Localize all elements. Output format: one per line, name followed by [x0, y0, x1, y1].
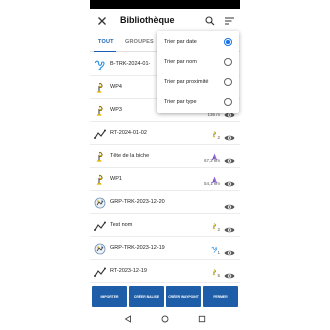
create-waypoint-button[interactable]: CRÉER WAYPOINT — [166, 286, 201, 307]
active-tab-indicator — [94, 50, 116, 52]
list-item-meta-text: 2 — [217, 227, 220, 232]
list-item-name: RT-2024-01-02 — [110, 130, 147, 136]
radio-button[interactable] — [224, 78, 232, 86]
sort-option-date[interactable]: Trier par date — [157, 32, 239, 52]
sort-option-label: Trier par date — [164, 39, 197, 45]
list-item-name: GRP-TRK-2023-12-19 — [110, 245, 165, 251]
list-item-meta: 5 — [202, 263, 220, 281]
list-item-name: WP4 — [110, 84, 122, 90]
list-item[interactable]: RT-2023-12-19 5 — [90, 260, 240, 283]
list-item[interactable]: WP1 54,1 km — [90, 168, 240, 191]
waypoint-icon — [211, 125, 218, 138]
import-button[interactable]: IMPORTER — [92, 286, 127, 307]
radio-button[interactable] — [224, 58, 232, 66]
system-nav-bar — [90, 310, 240, 330]
create-beacon-button[interactable]: CRÉER BALISE — [129, 286, 164, 307]
list-item-meta: 54,1 km — [202, 171, 220, 189]
radio-button[interactable] — [224, 38, 232, 46]
sort-option-type[interactable]: Trier par type — [157, 92, 239, 112]
status-bar — [90, 0, 240, 9]
list-item-name: WP1 — [110, 176, 122, 182]
waypoint-icon — [211, 217, 218, 230]
visibility-eye-icon[interactable] — [224, 129, 235, 141]
route-icon — [94, 265, 106, 277]
close-icon[interactable] — [96, 15, 108, 27]
list-item-name: RT-2023-12-19 — [110, 268, 147, 274]
beacon-track-icon — [94, 58, 106, 71]
list-item-meta: 2 — [202, 217, 220, 235]
recents-square-icon[interactable] — [198, 315, 206, 323]
close-button[interactable]: FERMER — [203, 286, 238, 307]
action-bar: IMPORTER CRÉER BALISE CRÉER WAYPOINT FER… — [90, 285, 240, 309]
radio-button[interactable] — [224, 98, 232, 106]
waypoint-icon — [94, 81, 106, 93]
route-icon — [94, 127, 106, 139]
direction-arrow-icon — [211, 148, 218, 161]
list-item-name: WP3 — [110, 107, 122, 113]
sort-menu: Trier par date Trier par nom Trier par pro… — [157, 31, 239, 113]
direction-arrow-icon — [211, 171, 218, 184]
list-item[interactable]: RT-2024-01-02 2 — [90, 122, 240, 145]
group-icon — [94, 242, 106, 255]
list-item-meta-text: 54,1 km — [203, 181, 220, 186]
visibility-eye-icon[interactable] — [224, 267, 235, 279]
list-item[interactable]: Test nom 2 — [90, 214, 240, 237]
waypoint-icon — [94, 150, 106, 162]
list-item-name: B-TRK-2024-01- — [110, 61, 151, 67]
page-title: Bibliothèque — [120, 15, 175, 25]
back-triangle-icon[interactable] — [124, 315, 132, 323]
list-item-meta: 2 — [202, 125, 220, 143]
visibility-eye-icon[interactable] — [224, 198, 235, 210]
list-item-meta: 67,2 km — [202, 148, 220, 166]
sort-option-label: Trier par nom — [164, 59, 197, 65]
waypoint-icon — [211, 263, 218, 276]
sort-icon[interactable] — [224, 16, 235, 26]
list-item-meta-text: 5 — [217, 273, 220, 278]
visibility-eye-icon[interactable] — [224, 175, 235, 187]
tab-all[interactable]: TOUT — [98, 39, 114, 45]
group-icon — [94, 196, 106, 209]
list-item-meta-text: 67,2 km — [203, 158, 220, 163]
route-icon — [94, 219, 106, 231]
list-item[interactable]: GRP-TRK-2023-12-20 — [90, 191, 240, 214]
list-item-name: Tête de la biche — [110, 153, 150, 159]
list-item-name: Test nom — [110, 222, 133, 228]
list-item-name: GRP-TRK-2023-12-20 — [110, 199, 165, 205]
home-circle-icon[interactable] — [161, 315, 169, 323]
search-icon[interactable] — [205, 16, 215, 26]
sort-option-label: Trier par proximité — [164, 79, 209, 85]
waypoint-icon — [94, 173, 106, 185]
sort-option-label: Trier par type — [164, 99, 197, 105]
list-item-meta-text: 2 — [217, 135, 220, 140]
sort-option-name[interactable]: Trier par nom — [157, 52, 239, 72]
list-item-meta: 1 — [202, 240, 220, 258]
visibility-eye-icon[interactable] — [224, 152, 235, 164]
visibility-eye-icon[interactable] — [224, 221, 235, 233]
list-item[interactable]: Tête de la biche 67,2 km — [90, 145, 240, 168]
tab-groups[interactable]: GROUPES — [125, 39, 154, 45]
visibility-eye-icon[interactable] — [224, 244, 235, 256]
list-item-meta-text: 1 — [217, 250, 220, 255]
beacon-track-icon — [211, 240, 218, 253]
sort-option-proximity[interactable]: Trier par proximité — [157, 72, 239, 92]
waypoint-icon — [94, 104, 106, 116]
list-item[interactable]: GRP-TRK-2023-12-19 1 — [90, 237, 240, 260]
